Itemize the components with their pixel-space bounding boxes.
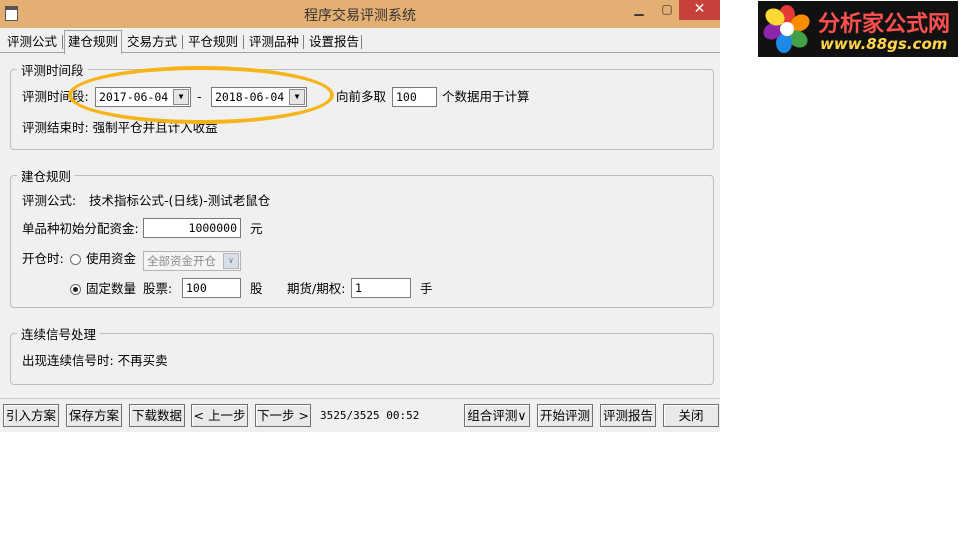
date-dash: - — [197, 89, 202, 104]
open-label: 开仓时: — [22, 251, 64, 266]
stock-qty-input[interactable]: 100 — [182, 278, 241, 298]
dropdown-arrow-icon[interactable]: ▼ — [289, 89, 305, 105]
build-rules-legend: 建仓规则 — [21, 169, 72, 184]
title-bar[interactable]: 程序交易评测系统 ▁ ▢ ✕ — [0, 0, 720, 28]
capital-mode-value: 全部资金开仓 — [147, 254, 216, 268]
lookback-label: 向前多取 — [336, 89, 387, 104]
start-date-picker[interactable]: 2017-06-04 ▼ — [95, 87, 191, 107]
futures-unit: 手 — [420, 281, 433, 296]
tab-separator — [243, 35, 244, 49]
tab-trade-method[interactable]: 交易方式 — [124, 33, 180, 53]
minimize-button[interactable]: ▁ — [624, 0, 654, 20]
tab-bar: 评测公式 建仓规则 交易方式 平仓规则 评测品种 设置报告 — [0, 29, 720, 54]
capital-mode-select: 全部资金开仓 ∨ — [143, 251, 241, 271]
logo-title: 分析家公式网 — [818, 12, 951, 37]
close-button[interactable]: 关闭 — [663, 404, 719, 427]
close-window-button[interactable]: ✕ — [679, 0, 720, 20]
download-data-button[interactable]: 下载数据 — [129, 404, 185, 427]
signal-rule-text: 出现连续信号时: 不再买卖 — [22, 353, 168, 368]
prev-step-button[interactable]: < 上一步 — [191, 404, 248, 427]
capital-input[interactable]: 1000000 — [143, 218, 241, 238]
flower-logo-icon — [763, 5, 810, 53]
tab-separator — [62, 35, 63, 49]
site-logo: 分析家公式网 www.88gs.com — [758, 1, 958, 57]
logo-url: www.88gs.com — [820, 35, 948, 53]
fixed-qty-radio[interactable] — [70, 284, 81, 295]
use-capital-label[interactable]: 使用资金 — [86, 251, 136, 267]
start-date-value: 2017-06-04 — [99, 90, 169, 104]
bottom-toolbar: 引入方案 保存方案 下载数据 < 上一步 下一步 > 3525/3525 00:… — [0, 398, 720, 432]
test-report-button[interactable]: 评测报告 — [600, 404, 656, 427]
lookback-suffix: 个数据用于计算 — [442, 89, 530, 104]
window-title: 程序交易评测系统 — [304, 8, 416, 24]
end-date-picker[interactable]: 2018-06-04 ▼ — [211, 87, 307, 107]
save-plan-button[interactable]: 保存方案 — [66, 404, 122, 427]
next-step-button[interactable]: 下一步 > — [255, 404, 311, 427]
end-date-value: 2018-06-04 — [215, 90, 285, 104]
period-group-legend: 评测时间段 — [21, 63, 84, 78]
maximize-button[interactable]: ▢ — [652, 0, 682, 20]
import-plan-button[interactable]: 引入方案 — [3, 404, 59, 427]
status-text: 3525/3525 00:52 — [320, 409, 420, 422]
chevron-down-icon: ∨ — [223, 253, 239, 269]
tab-formula[interactable]: 评测公式 — [4, 33, 60, 53]
tab-report-settings[interactable]: 设置报告 — [306, 33, 362, 53]
end-rule-text: 评测结束时: 强制平仓并且计入收益 — [22, 120, 218, 135]
futures-qty-input[interactable]: 1 — [351, 278, 411, 298]
tab-test-products[interactable]: 评测品种 — [246, 33, 302, 53]
futures-label: 期货/期权: — [287, 281, 346, 296]
dropdown-arrow-icon[interactable]: ▼ — [173, 89, 189, 105]
tab-close-rules[interactable]: 平仓规则 — [185, 33, 241, 53]
formula-value: 技术指标公式-(日线)-测试老鼠仓 — [89, 193, 271, 208]
use-capital-radio[interactable] — [70, 254, 81, 265]
range-label: 评测时间段: — [22, 89, 89, 104]
tab-separator — [361, 35, 362, 49]
tab-separator — [182, 35, 183, 49]
stock-label: 股票: — [143, 281, 173, 296]
start-test-button[interactable]: 开始评测 — [537, 404, 593, 427]
fixed-qty-label[interactable]: 固定数量 — [86, 281, 136, 297]
formula-label: 评测公式: — [22, 193, 77, 208]
stock-unit: 股 — [250, 281, 263, 296]
tab-separator — [303, 35, 304, 49]
combo-test-button[interactable]: 组合评测∨ — [464, 404, 530, 427]
capital-unit: 元 — [250, 221, 263, 236]
tab-build-rules[interactable]: 建仓规则 — [64, 30, 123, 54]
signal-group-legend: 连续信号处理 — [21, 327, 97, 342]
lookback-input[interactable]: 100 — [392, 87, 437, 107]
capital-label: 单品种初始分配资金: — [22, 221, 139, 236]
app-window: 程序交易评测系统 ▁ ▢ ✕ 评测公式 建仓规则 交易方式 平仓规则 评测品种 … — [0, 0, 720, 432]
